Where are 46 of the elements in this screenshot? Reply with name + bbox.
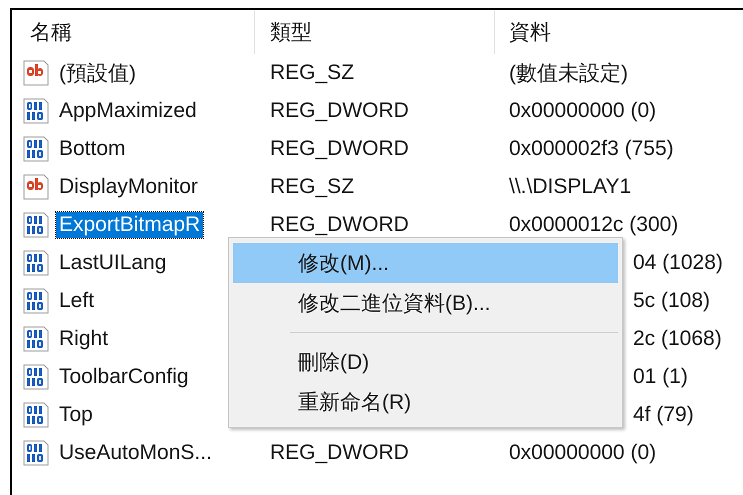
column-header[interactable]: 類型 [270, 18, 312, 46]
value-data: 0x00000000 (0) [509, 441, 656, 465]
value-type: REG_DWORD [270, 213, 409, 237]
binary-value-icon [22, 287, 50, 315]
binary-value-icon [22, 401, 50, 429]
value-data: 5c (108) [633, 289, 710, 313]
value-data: \\.\DISPLAY1 [509, 175, 632, 199]
value-data: (數值未設定) [509, 61, 628, 87]
value-data: 04 (1028) [633, 251, 723, 275]
menu-item[interactable]: 修改(M)... [233, 243, 618, 283]
value-name[interactable]: Top [56, 402, 96, 428]
value-name[interactable]: LastUILang [56, 250, 170, 276]
value-type: REG_SZ [270, 61, 354, 85]
value-name[interactable]: Right [56, 326, 112, 352]
value-data: 01 (1) [633, 365, 688, 389]
binary-value-icon [22, 135, 50, 163]
value-type: REG_DWORD [270, 441, 409, 465]
value-data: 0x0000012c (300) [509, 213, 678, 237]
value-name[interactable]: Left [56, 288, 98, 314]
value-data: 0x00000000 (0) [509, 99, 656, 123]
value-data: 0x000002f3 (755) [509, 137, 674, 161]
menu-item[interactable]: 重新命名(R) [233, 382, 618, 422]
value-name[interactable]: ExportBitmapR [56, 212, 204, 238]
value-name[interactable]: AppMaximized [56, 98, 200, 124]
binary-value-icon [22, 363, 50, 391]
menu-item[interactable]: 刪除(D) [233, 342, 618, 382]
binary-value-icon [22, 439, 50, 467]
binary-value-icon [22, 211, 50, 239]
value-type: REG_DWORD [270, 137, 409, 161]
binary-value-icon [22, 249, 50, 277]
value-name[interactable]: DisplayMonitor [56, 174, 201, 200]
binary-value-icon [22, 325, 50, 353]
menu-item[interactable]: 修改二進位資料(B)... [233, 283, 618, 323]
value-name[interactable]: ToolbarConfig [56, 364, 192, 390]
value-data: 4f (79) [633, 403, 694, 427]
value-data: 2c (1068) [633, 327, 722, 351]
value-name[interactable]: UseAutoMonS... [56, 440, 215, 466]
binary-value-icon [22, 97, 50, 125]
string-value-icon [22, 59, 50, 87]
string-value-icon [22, 173, 50, 201]
value-name[interactable]: (預設值) [56, 58, 139, 88]
value-type: REG_DWORD [270, 99, 409, 123]
column-header[interactable]: 資料 [509, 18, 551, 46]
column-header[interactable]: 名稱 [30, 18, 72, 46]
value-type: REG_SZ [270, 175, 354, 199]
value-name[interactable]: Bottom [56, 136, 129, 162]
